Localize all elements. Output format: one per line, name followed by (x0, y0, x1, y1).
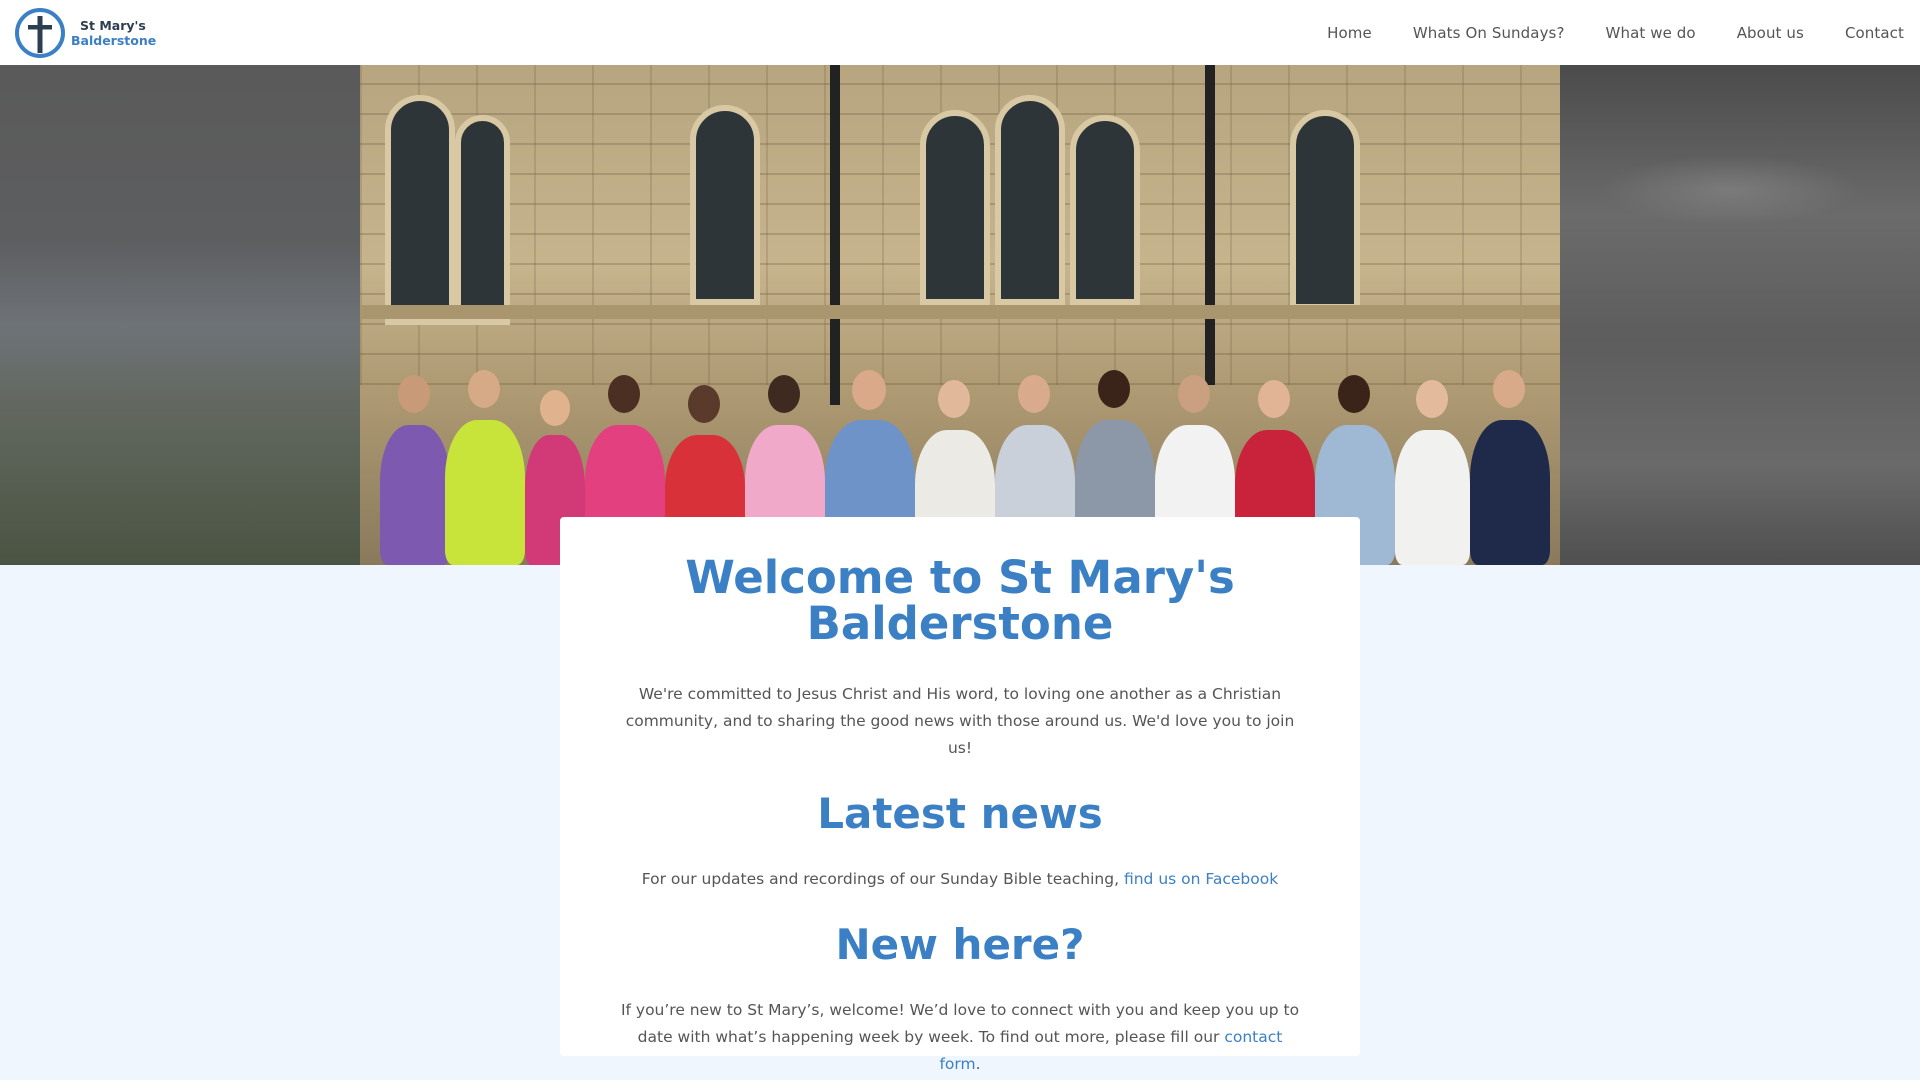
person-head (540, 390, 570, 426)
person-head (852, 370, 886, 410)
person-head (688, 385, 720, 423)
new-here-title: New here? (835, 920, 1085, 969)
person-head (608, 375, 640, 413)
person-head (1258, 380, 1290, 418)
welcome-title: Welcome to St Mary's Balderstone (685, 551, 1235, 650)
new-here-text: If you’re new to St Mary’s, welcome! We’… (620, 997, 1300, 1078)
welcome-card: Welcome to St Mary's Balderstone We're c… (560, 517, 1360, 1073)
welcome-text: We're committed to Jesus Christ and His … (625, 685, 1295, 757)
logo-line1: St Mary's (80, 17, 146, 33)
church-window (995, 95, 1065, 305)
church-window (1290, 110, 1360, 310)
church-window (920, 110, 990, 305)
hero-background-right (1560, 65, 1920, 565)
site-header: St Mary's Balderstone Home Whats On Sund… (0, 0, 1920, 65)
person-head (398, 375, 430, 413)
person-figure (1395, 430, 1470, 565)
nav-item-whats-on-sundays[interactable]: Whats On Sundays? (1413, 24, 1565, 42)
person-head (1416, 380, 1448, 418)
site-logo[interactable]: St Mary's Balderstone (14, 7, 156, 59)
nav-item-what-we-do[interactable]: What we do (1606, 24, 1696, 42)
person-head (468, 370, 500, 408)
person-head (1098, 370, 1130, 408)
latest-news-body: For our updates and recordings of our Su… (641, 870, 1120, 888)
hero-background-left (0, 65, 360, 565)
nav-item-about-us[interactable]: About us (1737, 24, 1804, 42)
person-figure (380, 425, 450, 565)
person-head (1493, 370, 1525, 408)
logo-text: St Mary's Balderstone (71, 18, 156, 48)
person-head (1338, 375, 1370, 413)
church-group-photo (360, 65, 1560, 565)
logo-line2: Balderstone (71, 32, 157, 48)
church-window (1070, 115, 1140, 305)
person-figure (445, 420, 525, 565)
nav-item-home[interactable]: Home (1327, 24, 1372, 42)
person-head (768, 375, 800, 413)
person-head (1018, 375, 1050, 413)
latest-news-title: Latest news (817, 789, 1103, 838)
drain-pipe (830, 65, 840, 405)
new-here-end: . (975, 1055, 981, 1073)
person-head (1178, 375, 1210, 413)
church-window (385, 95, 455, 325)
church-window (690, 105, 760, 305)
facebook-link[interactable]: find us on Facebook (1124, 870, 1278, 888)
drain-pipe (1205, 65, 1215, 385)
new-here-body: If you’re new to St Mary’s, welcome! We’… (620, 1001, 1300, 1046)
latest-news-text: For our updates and recordings of our Su… (620, 866, 1300, 893)
hero-banner (0, 65, 1920, 565)
nav-item-contact[interactable]: Contact (1845, 24, 1904, 42)
main-nav: Home Whats On Sundays? What we do About … (1286, 24, 1904, 42)
cross-logo-icon (15, 7, 65, 58)
stone-ledge (360, 305, 1560, 319)
person-figure (1470, 420, 1550, 565)
church-window (455, 115, 510, 325)
person-head (938, 380, 970, 418)
